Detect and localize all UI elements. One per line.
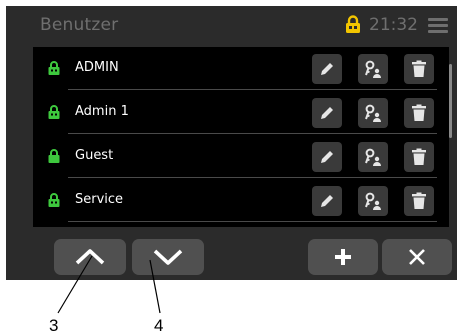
callout-leader-lines — [57, 255, 161, 314]
callout-number: 4 — [154, 316, 164, 335]
callout-number: 3 — [49, 316, 59, 335]
